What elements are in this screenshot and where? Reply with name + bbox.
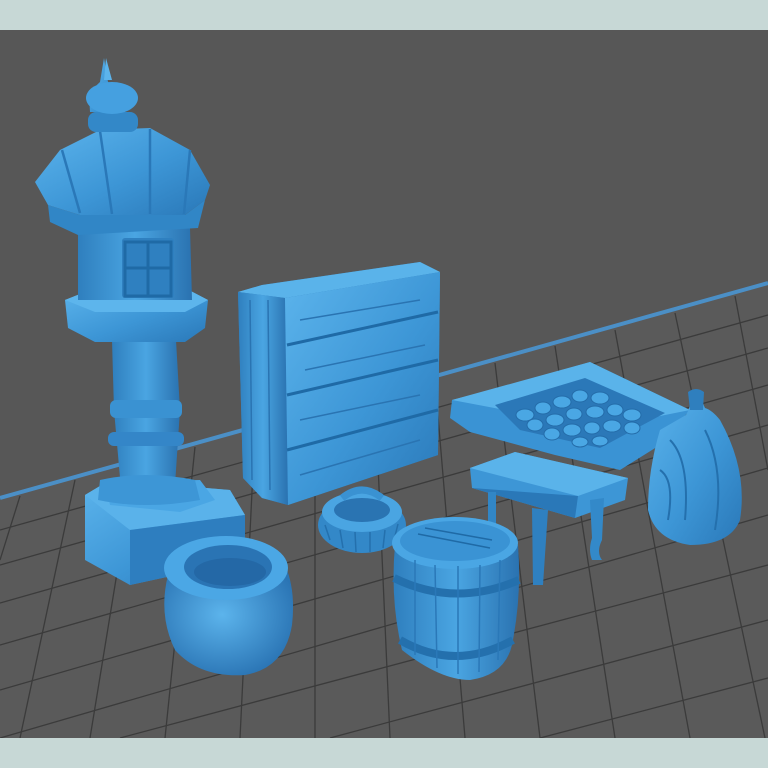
wooden-barrel[interactable] [392, 517, 521, 680]
clay-pot[interactable] [164, 536, 294, 676]
scene-canvas [0, 30, 768, 738]
top-border [0, 0, 768, 30]
bottom-border [0, 738, 768, 768]
3d-viewport[interactable] [0, 30, 768, 738]
